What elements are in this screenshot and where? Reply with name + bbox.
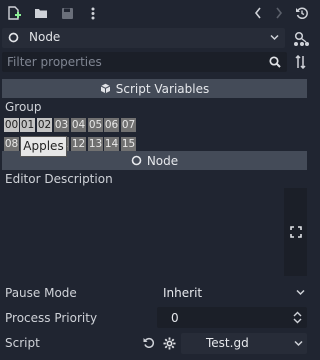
group-cell-01[interactable]: 01 xyxy=(20,118,35,132)
open-folder-icon xyxy=(35,9,47,18)
create-resource-button[interactable] xyxy=(5,4,23,22)
revert-icon xyxy=(143,337,155,349)
create-resource-icon xyxy=(8,6,21,20)
pause-mode-value: Inherit xyxy=(163,286,203,300)
revert-script-button[interactable] xyxy=(141,335,157,351)
script-variables-section[interactable]: Script Variables xyxy=(2,79,307,98)
group-cell-07[interactable]: 07 xyxy=(121,118,136,132)
group-cell-14[interactable]: 14 xyxy=(104,137,119,151)
chevron-down-icon xyxy=(296,289,305,296)
more-vertical-icon xyxy=(91,7,95,19)
node-circle-icon xyxy=(131,155,142,166)
editor-description-textarea[interactable] xyxy=(2,188,284,276)
script-label: Script xyxy=(5,336,40,350)
history-button[interactable] xyxy=(293,4,311,22)
group-cell-13[interactable]: 13 xyxy=(88,137,103,151)
history-back-button[interactable] xyxy=(249,4,267,22)
property-sort-button[interactable] xyxy=(293,53,309,71)
node-circle-icon xyxy=(8,32,19,43)
script-box-icon xyxy=(100,83,110,94)
group-cell-02[interactable]: 02 xyxy=(37,118,52,132)
pause-mode-select[interactable]: Inherit xyxy=(157,282,307,303)
menu-button[interactable] xyxy=(84,4,102,22)
expand-icon xyxy=(289,226,302,238)
script-resource-field[interactable]: Test.gd xyxy=(181,333,307,354)
process-priority-value: 0 xyxy=(171,311,179,325)
editor-description-label: Editor Description xyxy=(5,172,113,186)
script-variables-label: Script Variables xyxy=(115,81,210,96)
object-properties-icon xyxy=(294,31,309,46)
script-value: Test.gd xyxy=(206,336,249,350)
chevron-down-icon xyxy=(294,340,303,347)
history-icon xyxy=(296,7,308,19)
group-cell-06[interactable]: 06 xyxy=(104,118,119,132)
node-selector-label: Node xyxy=(29,30,61,44)
script-gear-button[interactable] xyxy=(161,335,177,351)
expand-button[interactable] xyxy=(284,188,307,276)
chevron-down-icon xyxy=(270,34,279,41)
node-section-label: Node xyxy=(146,153,179,168)
group-cell-00[interactable]: 00 xyxy=(4,118,19,132)
group-cell-05[interactable]: 05 xyxy=(88,118,103,132)
process-priority-spinbox[interactable]: 0 xyxy=(157,307,307,328)
group-cell-04[interactable]: 04 xyxy=(71,118,86,132)
group-label: Group xyxy=(5,100,42,114)
group-cell-12[interactable]: 12 xyxy=(71,137,86,151)
node-docs-button[interactable] xyxy=(291,29,311,49)
node-selector[interactable]: Node xyxy=(2,28,285,48)
open-button[interactable] xyxy=(32,4,50,22)
group-tooltip: Apples xyxy=(20,136,67,157)
process-priority-label: Process Priority xyxy=(5,311,98,325)
save-icon xyxy=(61,7,73,19)
group-cell-08[interactable]: 08 xyxy=(4,137,19,151)
history-back-icon xyxy=(254,7,261,19)
history-forward-button[interactable] xyxy=(270,4,288,22)
history-forward-icon xyxy=(276,7,283,19)
pause-mode-label: Pause Mode xyxy=(5,286,77,300)
group-cell-15[interactable]: 15 xyxy=(121,137,136,151)
save-button[interactable] xyxy=(58,4,76,22)
filter-placeholder: Filter properties xyxy=(7,55,102,69)
updown-icon xyxy=(293,311,302,324)
sort-icon xyxy=(295,55,306,69)
gear-icon xyxy=(163,337,175,349)
search-icon xyxy=(269,56,281,68)
group-cell-03[interactable]: 03 xyxy=(54,118,69,132)
filter-properties-input[interactable]: Filter properties xyxy=(2,52,287,72)
